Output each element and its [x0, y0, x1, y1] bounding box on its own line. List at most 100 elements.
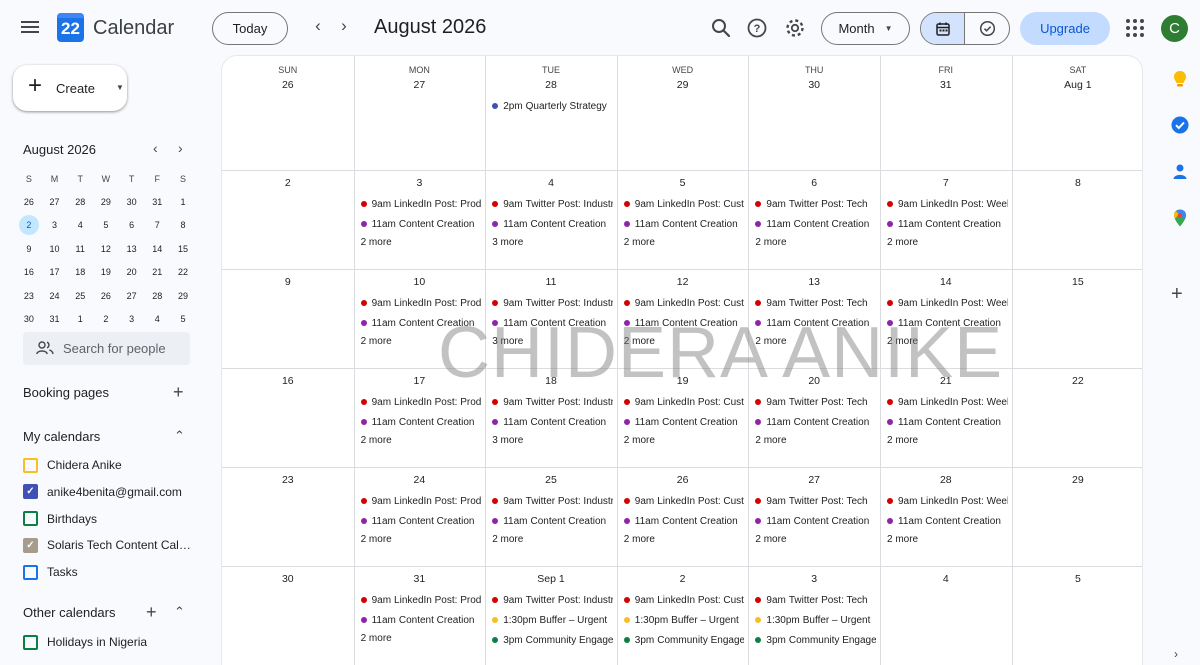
mini-day[interactable]: 28 [67, 192, 93, 212]
day-cell[interactable]: 3 9amLinkedIn Post: Product 11amContent Cr… [353, 171, 487, 270]
day-number[interactable]: Sep 1 [485, 573, 617, 585]
event-chip[interactable]: 11am Content Creation [886, 217, 1008, 231]
event-chip[interactable]: 11am Content Creation [886, 415, 1008, 429]
today-button[interactable]: Today [212, 12, 288, 45]
calendar-checkbox[interactable]: ✓ [23, 484, 38, 500]
day-number[interactable]: 4 [485, 177, 617, 189]
mini-day[interactable]: 2 [93, 309, 119, 329]
event-chip[interactable]: 1:30pm Buffer – Urgent [623, 613, 745, 627]
event-chip[interactable]: 11am Content Creation [623, 217, 745, 231]
event-chip[interactable]: 3pmCommunity Engagement [491, 633, 613, 647]
mini-day[interactable]: 13 [119, 239, 145, 259]
mini-day[interactable]: 31 [144, 192, 170, 212]
day-number[interactable]: 19 [617, 375, 749, 387]
day-number[interactable]: 27 [748, 474, 880, 486]
event-chip[interactable]: 9am Twitter Post: Tech [754, 494, 876, 508]
day-number[interactable]: 31 [354, 573, 486, 585]
day-cell[interactable]: 8 [1011, 171, 1142, 270]
more-events-link[interactable]: 2 more [887, 237, 918, 248]
day-number[interactable]: 29 [1012, 474, 1142, 486]
create-button[interactable]: + Create ▼ [13, 65, 127, 111]
day-cell[interactable]: 28 9amLinkedIn Post: Weekly 11amContent Cr… [880, 468, 1013, 567]
calendar-list-item[interactable]: Chidera Anike [23, 455, 122, 475]
account-avatar[interactable]: C [1161, 15, 1188, 42]
help-icon[interactable]: ? [745, 16, 769, 40]
mini-day[interactable]: 9 [16, 239, 42, 259]
day-cell[interactable]: 3 9am Twitter Post: Tech 1:30pm Buffer – Urg… [748, 567, 881, 665]
calendar-view-toggle[interactable] [921, 13, 966, 44]
more-events-link[interactable]: 2 more [492, 534, 523, 545]
day-number[interactable]: 9 [222, 276, 354, 288]
more-events-link[interactable]: 2 more [887, 534, 918, 545]
day-number[interactable]: 12 [617, 276, 749, 288]
mini-day[interactable]: 12 [93, 239, 119, 259]
mini-day[interactable]: 1 [67, 309, 93, 329]
more-events-link[interactable]: 3 more [492, 237, 523, 248]
event-chip[interactable]: 9am Twitter Post: Industry [491, 494, 613, 508]
calendar-list-item[interactable]: Holidays in Nigeria [23, 632, 147, 652]
event-chip[interactable]: 11am Content Creation [754, 316, 876, 330]
app-title[interactable]: Calendar [93, 17, 174, 40]
view-select[interactable]: Month ▼ [821, 12, 910, 45]
event-chip[interactable]: 9amLinkedIn Post: Product [360, 395, 481, 409]
event-chip[interactable]: 9am Twitter Post: Tech [754, 395, 876, 409]
calendar-checkbox[interactable]: ✓ [23, 537, 38, 553]
mini-day[interactable]: 27 [119, 286, 145, 306]
day-cell[interactable]: 5 [1012, 567, 1142, 665]
day-cell[interactable]: FRI 31 [880, 56, 1013, 171]
day-number[interactable]: 18 [485, 375, 617, 387]
event-chip[interactable]: 11am Content Creation [491, 514, 613, 528]
event-chip[interactable]: 1:30pm Buffer – Urgent [754, 613, 876, 627]
mini-day[interactable]: 4 [144, 309, 170, 329]
more-events-link[interactable]: 3 more [492, 336, 523, 347]
day-cell[interactable]: SUN 26 [222, 56, 355, 171]
day-number[interactable]: 2 [617, 573, 749, 585]
day-cell[interactable]: Sep 1 9am Twitter Post: Industry 1:30pm Buff… [485, 567, 618, 665]
event-chip[interactable]: 11am Content Creation [360, 514, 482, 528]
day-cell[interactable]: 21 9amLinkedIn Post: Weekly 11amContent Cr… [880, 369, 1013, 468]
day-cell[interactable]: 23 [222, 468, 355, 567]
event-chip[interactable]: 11am Content Creation [623, 514, 745, 528]
mini-day[interactable]: 8 [170, 215, 196, 235]
event-chip[interactable]: 9amLinkedIn Post: Product [360, 197, 481, 211]
event-chip[interactable]: 11am Content Creation [886, 316, 1008, 330]
day-cell[interactable]: 15 [1011, 270, 1142, 369]
event-chip[interactable]: 9amLinkedIn Post: Weekly [886, 494, 1008, 508]
more-events-link[interactable]: 2 more [887, 435, 918, 446]
more-events-link[interactable]: 2 more [624, 237, 655, 248]
event-chip[interactable]: 9am Twitter Post: Tech [754, 593, 876, 607]
day-cell[interactable]: 11 9am Twitter Post: Industry 11am Content C… [485, 270, 618, 369]
event-chip[interactable]: 9amLinkedIn Post: Product [360, 296, 481, 310]
more-events-link[interactable]: 2 more [755, 336, 786, 347]
event-chip[interactable]: 9amLinkedIn Post: Customer [623, 395, 744, 409]
chevron-right-icon[interactable]: › [335, 16, 353, 36]
day-cell[interactable]: 26 9amLinkedIn Post: Customer 11amContent … [616, 468, 750, 567]
collapse-chevron-icon[interactable]: ⌃ [174, 427, 185, 445]
day-number[interactable]: 27 [354, 79, 486, 91]
day-number[interactable]: 13 [748, 276, 880, 288]
day-number[interactable]: 14 [880, 276, 1012, 288]
day-cell[interactable]: 9 [222, 270, 355, 369]
expand-side-panel-icon[interactable]: › [1174, 647, 1178, 661]
day-cell[interactable]: 6 9am Twitter Post: Tech 11am Content Creati… [748, 171, 881, 270]
day-cell[interactable]: 4 [880, 567, 1013, 665]
mini-day[interactable]: 30 [16, 309, 42, 329]
more-events-link[interactable]: 2 more [624, 336, 655, 347]
mini-day[interactable]: 26 [16, 192, 42, 212]
calendar-checkbox[interactable] [23, 634, 38, 650]
mini-day[interactable]: 29 [170, 286, 196, 306]
day-number[interactable]: Aug 1 [1012, 79, 1142, 91]
more-events-link[interactable]: 2 more [755, 237, 786, 248]
event-chip[interactable]: 9am Twitter Post: Industry [491, 593, 613, 607]
day-cell[interactable]: THU 30 [748, 56, 881, 171]
day-number[interactable]: 25 [485, 474, 617, 486]
more-events-link[interactable]: 2 more [887, 336, 918, 347]
event-chip[interactable]: 9amLinkedIn Post: Weekly [886, 197, 1008, 211]
calendar-list-item[interactable]: Birthdays [23, 509, 97, 529]
day-cell[interactable]: 17 9amLinkedIn Post: Product 11amContent C… [353, 369, 487, 468]
calendar-list-item[interactable]: ✓ anike4benita@gmail.com [23, 482, 182, 502]
mini-day[interactable]: 6 [119, 215, 145, 235]
event-chip[interactable]: 9am Twitter Post: Industry [491, 296, 613, 310]
collapse-chevron-icon[interactable]: ⌃ [174, 603, 185, 621]
mini-day[interactable]: 3 [119, 309, 145, 329]
